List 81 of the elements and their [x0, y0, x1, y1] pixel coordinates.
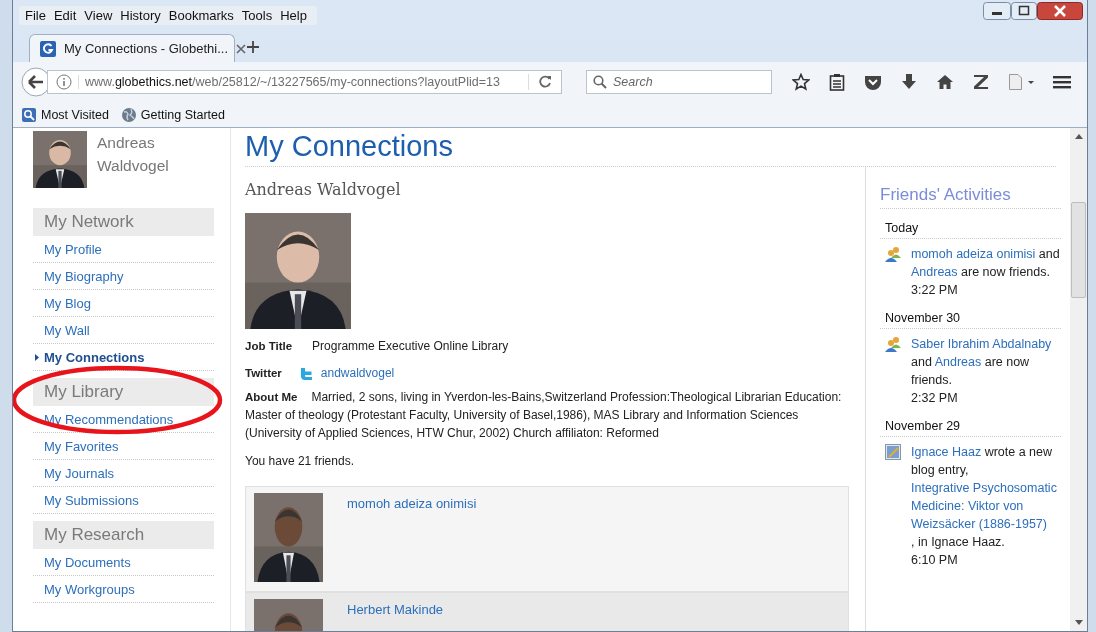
bookmark-item[interactable]: Most Visited: [21, 106, 109, 123]
close-icon[interactable]: [236, 43, 247, 54]
menu-item[interactable]: Edit: [49, 7, 81, 23]
search-icon: [593, 75, 607, 89]
sidebar-link[interactable]: My Wall: [33, 317, 214, 344]
section-heading: Friends' Activities: [880, 185, 1061, 209]
download-icon[interactable]: [901, 73, 917, 91]
page-icon[interactable]: [1008, 73, 1034, 91]
clipboard-icon[interactable]: [829, 73, 845, 91]
activity-time: 3:22 PM: [911, 282, 959, 299]
search-field[interactable]: Search: [586, 70, 772, 94]
menu-item[interactable]: File: [21, 7, 50, 23]
user-name[interactable]: Andreas Waldvogel: [97, 131, 197, 188]
close-button[interactable]: [1037, 2, 1083, 20]
maximize-button[interactable]: [1011, 2, 1037, 20]
scrollbar[interactable]: [1070, 128, 1087, 631]
home-icon[interactable]: [936, 74, 954, 90]
activity-link[interactable]: momoh adeiza onimisi: [911, 247, 1036, 261]
field-label: Twitter: [245, 367, 282, 379]
activity-link[interactable]: Integrative Psychosomatic Medicine: Viktor von Weizsäcker (1886-1957): [911, 479, 1061, 533]
menu-item[interactable]: Help: [276, 7, 311, 23]
pocket-icon[interactable]: [864, 74, 882, 90]
activity-link[interactable]: Ignace Haaz: [911, 445, 982, 459]
scroll-down-icon: [1074, 620, 1083, 625]
reload-icon[interactable]: [528, 74, 553, 90]
sidebar-link[interactable]: My Favorites: [33, 433, 214, 460]
people-icon: [885, 246, 901, 262]
minimize-button[interactable]: [983, 2, 1011, 20]
activity-text: Ignace Haaz wrote a new blog entry, Integrative Psychosomatic Medicine: Viktor von Weizsäcker (1886-1957) , in Ignace Haaz.: [911, 443, 1061, 551]
bird-icon: [299, 366, 313, 380]
menu-item[interactable]: History: [116, 7, 165, 23]
about-me-text: About Me Married, 2 sons, living in Yverdon-les-Bains,Switzerland Profession:Theological Librarian Education: Master of theology (Protestant Faculty, University of Basel,1986), MAS Library and Information Sciences (University of Applied Sciences, HTW Chur, 2002) Church affiliaton: Reformed: [245, 389, 843, 442]
menu-icon[interactable]: [1053, 74, 1071, 90]
activity-time: 6:10 PM: [911, 552, 959, 569]
sidebar-link[interactable]: My Submissions: [33, 487, 214, 514]
activity-text: Saber Ibrahim Abdalnaby and Andreas are now friends.: [911, 336, 1053, 389]
activity-link[interactable]: Andreas: [934, 355, 982, 369]
profile-name: Andreas Waldvogel: [245, 180, 402, 199]
field-value: Programme Executive Online Library: [312, 339, 509, 353]
date-heading: November 30: [880, 299, 1061, 329]
activity-link[interactable]: Andreas: [911, 265, 958, 279]
page-title: My Connections: [245, 128, 1056, 167]
activity-time: 2:32 PM: [911, 390, 959, 407]
scroll-thumb[interactable]: [1071, 202, 1086, 298]
menu-item[interactable]: Bookmarks: [164, 7, 238, 23]
url-text: www.globethics.net/web/25812/~/13227565/my-connections?layoutPlid=13: [78, 75, 522, 89]
address-bar[interactable]: www.globethics.net/web/25812/~/13227565/my-connections?layoutPlid=13: [47, 70, 562, 94]
menu-item[interactable]: Tools: [237, 7, 277, 23]
sidebar-link[interactable]: My Profile: [33, 236, 214, 263]
site-icon: [40, 40, 56, 57]
image-icon: [885, 444, 901, 460]
scroll-up-icon: [1074, 134, 1083, 139]
date-heading: Today: [880, 209, 1061, 239]
sidebar-link[interactable]: My Blog: [33, 290, 214, 317]
bookmark-folder-icon: [21, 106, 37, 123]
tab-title: My Connections - Globethi...: [64, 41, 229, 56]
zotero-icon[interactable]: [973, 74, 989, 90]
star-icon[interactable]: [792, 73, 810, 91]
new-tab-icon[interactable]: [247, 41, 259, 53]
friend-link[interactable]: momoh adeiza onimisi: [347, 496, 477, 585]
sidebar-link[interactable]: My Workgroups: [33, 576, 214, 603]
sidebar-link[interactable]: My Biography: [33, 263, 214, 290]
field-label: Job Title: [245, 340, 293, 352]
section-heading: My Library: [33, 378, 214, 406]
friend-link[interactable]: Herbert Makinde: [347, 602, 444, 631]
friends-count: You have 21 friends.: [245, 454, 355, 468]
activity-text: momoh adeiza onimisi and Andreas are now friends.: [911, 246, 1061, 281]
caret-icon: [35, 353, 39, 361]
sidebar-link[interactable]: My Journals: [33, 460, 214, 487]
activity-link[interactable]: Saber Ibrahim Abdalnaby: [911, 337, 1052, 351]
section-heading: My Research: [33, 521, 214, 549]
section-heading: My Network: [33, 208, 214, 236]
bookmark-item[interactable]: Getting Started: [120, 106, 225, 123]
sidebar-link[interactable]: My Documents: [33, 549, 214, 576]
info-icon: [56, 74, 72, 90]
menu-item[interactable]: View: [80, 7, 117, 23]
date-heading: November 29: [880, 407, 1061, 437]
people-icon: [885, 336, 901, 352]
globe-icon: [120, 106, 137, 123]
twitter-link[interactable]: andwaldvogel: [320, 366, 395, 380]
sidebar-link[interactable]: My Connections: [33, 344, 214, 371]
